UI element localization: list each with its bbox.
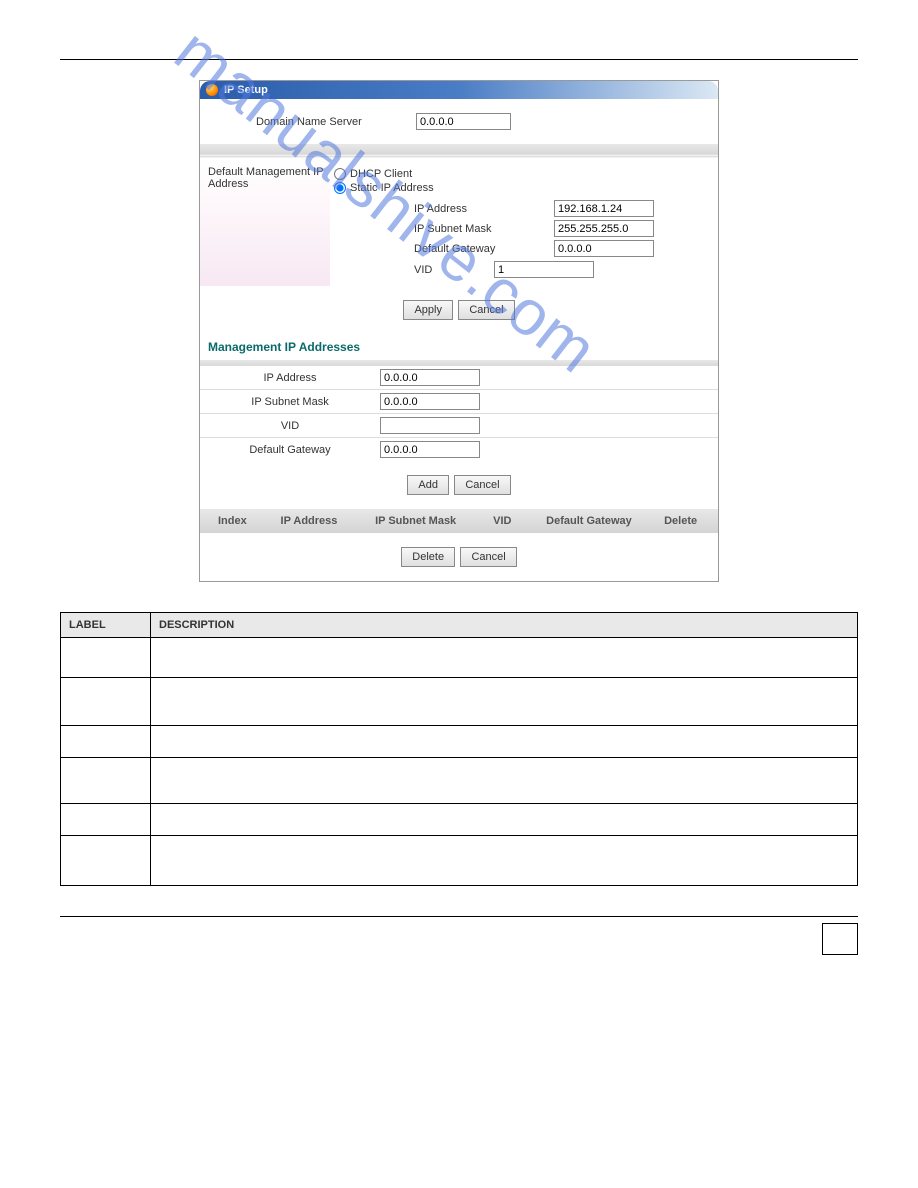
apply-cancel-row: Apply Cancel bbox=[200, 286, 718, 334]
col-mask: IP Subnet Mask bbox=[361, 515, 471, 527]
desc-cell-desc bbox=[151, 758, 858, 804]
static-ip-radio[interactable] bbox=[334, 182, 346, 194]
vid-input[interactable] bbox=[494, 261, 594, 278]
desc-cell-label bbox=[61, 726, 151, 758]
description-table: LABEL DESCRIPTION bbox=[60, 612, 858, 886]
col-gw: Default Gateway bbox=[534, 515, 644, 527]
desc-head-label: LABEL bbox=[61, 613, 151, 638]
divider-bar bbox=[200, 144, 718, 154]
static-ip-label: Static IP Address bbox=[350, 182, 434, 194]
cancel-button[interactable]: Cancel bbox=[458, 300, 514, 320]
page-number-box bbox=[822, 923, 858, 955]
mgmt-vid-label: VID bbox=[200, 418, 380, 434]
col-delete: Delete bbox=[651, 515, 711, 527]
desc-cell-label bbox=[61, 804, 151, 836]
dhcp-client-label: DHCP Client bbox=[350, 168, 412, 180]
desc-cell-desc bbox=[151, 678, 858, 726]
desc-row bbox=[61, 836, 858, 886]
ip-address-label: IP Address bbox=[414, 203, 554, 215]
delete-button[interactable]: Delete bbox=[401, 547, 455, 567]
desc-cell-label bbox=[61, 678, 151, 726]
add-cancel-row: Add Cancel bbox=[200, 461, 718, 509]
mgmt-ip-label: IP Address bbox=[200, 370, 380, 386]
desc-cell-desc bbox=[151, 726, 858, 758]
desc-row bbox=[61, 726, 858, 758]
desc-row bbox=[61, 638, 858, 678]
subnet-mask-input[interactable] bbox=[554, 220, 654, 237]
desc-cell-label bbox=[61, 758, 151, 804]
panel-header: IP Setup bbox=[200, 81, 718, 99]
dhcp-client-radio[interactable] bbox=[334, 168, 346, 180]
col-index: Index bbox=[207, 515, 257, 527]
desc-cell-desc bbox=[151, 804, 858, 836]
delete-cancel-row: Delete Cancel bbox=[200, 533, 718, 581]
dns-row: Domain Name Server bbox=[200, 99, 718, 144]
default-mgmt-section: Default Management IP Address DHCP Clien… bbox=[200, 158, 718, 286]
panel-title: IP Setup bbox=[224, 84, 268, 96]
subnet-mask-label: IP Subnet Mask bbox=[414, 223, 554, 235]
default-gateway-label: Default Gateway bbox=[414, 243, 554, 255]
mgmt-form-grid: IP Address IP Subnet Mask VID Default Ga… bbox=[200, 366, 718, 461]
desc-row bbox=[61, 678, 858, 726]
mgmt-ip-input[interactable] bbox=[380, 369, 480, 386]
desc-cell-label bbox=[61, 836, 151, 886]
cancel-button-3[interactable]: Cancel bbox=[460, 547, 516, 567]
footer-rule bbox=[60, 916, 858, 956]
desc-cell-desc bbox=[151, 836, 858, 886]
desc-row bbox=[61, 804, 858, 836]
mgmt-gw-label: Default Gateway bbox=[200, 442, 380, 458]
mgmt-vid-input[interactable] bbox=[380, 417, 480, 434]
dns-label: Domain Name Server bbox=[256, 116, 416, 128]
desc-head-description: DESCRIPTION bbox=[151, 613, 858, 638]
desc-cell-label bbox=[61, 638, 151, 678]
description-area: LABEL DESCRIPTION bbox=[60, 612, 858, 886]
page-header-rule bbox=[60, 30, 858, 60]
vid-label: VID bbox=[414, 264, 494, 276]
panel-orb-icon bbox=[206, 84, 218, 96]
desc-row bbox=[61, 758, 858, 804]
ip-table-header: Index IP Address IP Subnet Mask VID Defa… bbox=[200, 509, 718, 533]
add-button[interactable]: Add bbox=[407, 475, 449, 495]
cancel-button-2[interactable]: Cancel bbox=[454, 475, 510, 495]
desc-cell-desc bbox=[151, 638, 858, 678]
col-vid: VID bbox=[477, 515, 527, 527]
default-mgmt-label: Default Management IP Address bbox=[200, 158, 330, 286]
default-gateway-input[interactable] bbox=[554, 240, 654, 257]
ip-address-input[interactable] bbox=[554, 200, 654, 217]
mgmt-ip-addresses-title: Management IP Addresses bbox=[200, 334, 718, 360]
mgmt-mask-input[interactable] bbox=[380, 393, 480, 410]
mgmt-gw-input[interactable] bbox=[380, 441, 480, 458]
ip-setup-screenshot: manualshive.com IP Setup Domain Name Ser… bbox=[199, 80, 719, 582]
mgmt-mask-label: IP Subnet Mask bbox=[200, 394, 380, 410]
col-ip: IP Address bbox=[264, 515, 354, 527]
dns-input[interactable] bbox=[416, 113, 511, 130]
apply-button[interactable]: Apply bbox=[403, 300, 453, 320]
